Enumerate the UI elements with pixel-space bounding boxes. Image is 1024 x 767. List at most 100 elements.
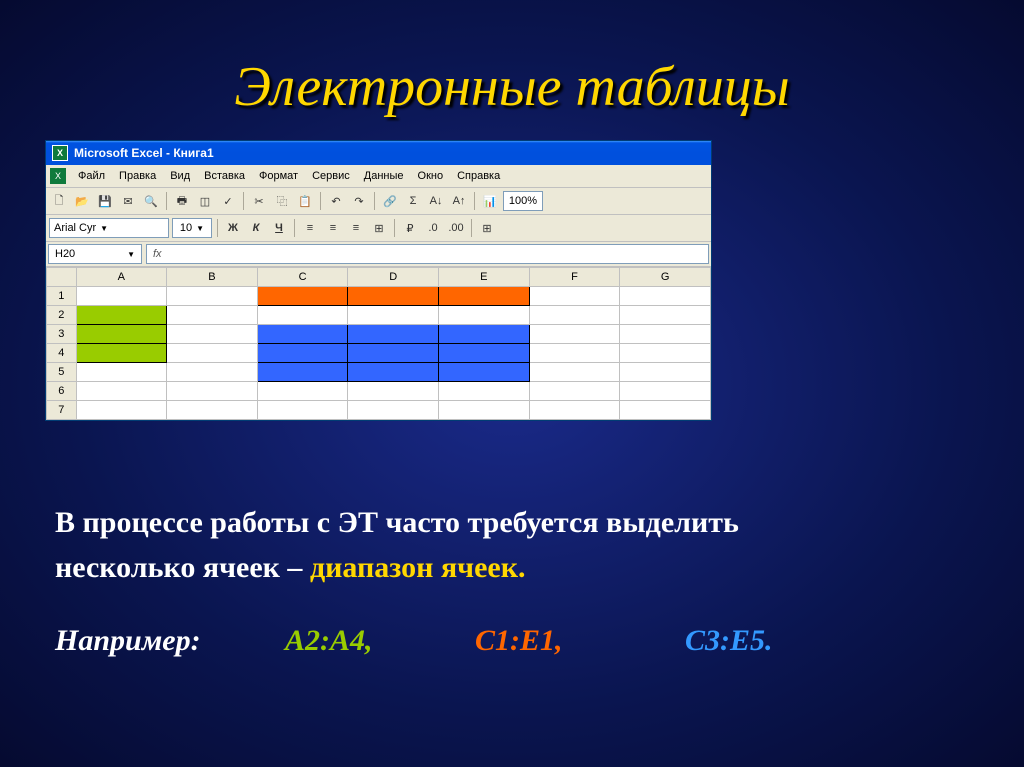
- row-header-6[interactable]: 6: [47, 382, 77, 401]
- cell-g6[interactable]: [620, 382, 711, 401]
- cell-e4[interactable]: [439, 344, 530, 363]
- menu-view[interactable]: Вид: [164, 168, 196, 184]
- cell-d3[interactable]: [348, 325, 439, 344]
- cell-b2[interactable]: [167, 306, 258, 325]
- merge-cells-icon[interactable]: ⊞: [369, 218, 389, 238]
- print-icon[interactable]: 🖶: [172, 191, 192, 211]
- cell-f7[interactable]: [529, 401, 620, 420]
- search-icon[interactable]: 🔍: [141, 191, 161, 211]
- sort-asc-icon[interactable]: A↓: [426, 191, 446, 211]
- autosum-icon[interactable]: Σ: [403, 191, 423, 211]
- cell-c6[interactable]: [257, 382, 348, 401]
- cell-g7[interactable]: [620, 401, 711, 420]
- menu-data[interactable]: Данные: [358, 168, 410, 184]
- menu-help[interactable]: Справка: [451, 168, 506, 184]
- copy-icon[interactable]: ⿻: [272, 191, 292, 211]
- cell-e5[interactable]: [439, 363, 530, 382]
- borders-icon[interactable]: ⊞: [477, 218, 497, 238]
- cell-a2[interactable]: [76, 306, 167, 325]
- cell-c4[interactable]: [257, 344, 348, 363]
- cell-e3[interactable]: [439, 325, 530, 344]
- col-header-e[interactable]: E: [439, 268, 530, 287]
- new-file-icon[interactable]: 🗋: [49, 191, 69, 211]
- cell-g5[interactable]: [620, 363, 711, 382]
- menu-tools[interactable]: Сервис: [306, 168, 356, 184]
- col-header-b[interactable]: B: [167, 268, 258, 287]
- col-header-f[interactable]: F: [529, 268, 620, 287]
- select-all-corner[interactable]: [47, 268, 77, 287]
- cell-d1[interactable]: [348, 287, 439, 306]
- cell-b7[interactable]: [167, 401, 258, 420]
- paste-icon[interactable]: 📋: [295, 191, 315, 211]
- align-right-icon[interactable]: ≡: [346, 218, 366, 238]
- cell-f6[interactable]: [529, 382, 620, 401]
- sort-desc-icon[interactable]: A↑: [449, 191, 469, 211]
- cell-e2[interactable]: [439, 306, 530, 325]
- spellcheck-icon[interactable]: ✓: [218, 191, 238, 211]
- cell-d5[interactable]: [348, 363, 439, 382]
- cell-e1[interactable]: [439, 287, 530, 306]
- font-size-box[interactable]: 10 ▼: [172, 218, 212, 238]
- font-name-box[interactable]: Arial Cyr ▼: [49, 218, 169, 238]
- decrease-decimal-icon[interactable]: .00: [446, 218, 466, 238]
- menu-window[interactable]: Окно: [412, 168, 450, 184]
- align-center-icon[interactable]: ≡: [323, 218, 343, 238]
- row-header-5[interactable]: 5: [47, 363, 77, 382]
- cell-c5[interactable]: [257, 363, 348, 382]
- col-header-c[interactable]: C: [257, 268, 348, 287]
- currency-icon[interactable]: ₽: [400, 218, 420, 238]
- col-header-g[interactable]: G: [620, 268, 711, 287]
- cell-g4[interactable]: [620, 344, 711, 363]
- menu-file[interactable]: Файл: [72, 168, 111, 184]
- cell-g3[interactable]: [620, 325, 711, 344]
- cell-f1[interactable]: [529, 287, 620, 306]
- cell-b3[interactable]: [167, 325, 258, 344]
- bold-icon[interactable]: Ж: [223, 218, 243, 238]
- menu-format[interactable]: Формат: [253, 168, 304, 184]
- cell-b6[interactable]: [167, 382, 258, 401]
- cell-f5[interactable]: [529, 363, 620, 382]
- row-header-4[interactable]: 4: [47, 344, 77, 363]
- cell-c3[interactable]: [257, 325, 348, 344]
- print-preview-icon[interactable]: ◫: [195, 191, 215, 211]
- cell-c1[interactable]: [257, 287, 348, 306]
- email-icon[interactable]: ✉: [118, 191, 138, 211]
- cell-c7[interactable]: [257, 401, 348, 420]
- cell-f4[interactable]: [529, 344, 620, 363]
- open-file-icon[interactable]: 📂: [72, 191, 92, 211]
- cut-icon[interactable]: ✂: [249, 191, 269, 211]
- row-header-2[interactable]: 2: [47, 306, 77, 325]
- cell-a6[interactable]: [76, 382, 167, 401]
- name-box[interactable]: H20 ▼: [48, 244, 142, 264]
- hyperlink-icon[interactable]: 🔗: [380, 191, 400, 211]
- cell-c2[interactable]: [257, 306, 348, 325]
- redo-icon[interactable]: ↷: [349, 191, 369, 211]
- cell-g1[interactable]: [620, 287, 711, 306]
- cell-g2[interactable]: [620, 306, 711, 325]
- cell-a1[interactable]: [76, 287, 167, 306]
- undo-icon[interactable]: ↶: [326, 191, 346, 211]
- cell-f2[interactable]: [529, 306, 620, 325]
- cell-a3[interactable]: [76, 325, 167, 344]
- zoom-box[interactable]: 100%: [503, 191, 543, 211]
- italic-icon[interactable]: К: [246, 218, 266, 238]
- cell-a7[interactable]: [76, 401, 167, 420]
- chart-wizard-icon[interactable]: 📊: [480, 191, 500, 211]
- menu-insert[interactable]: Вставка: [198, 168, 251, 184]
- menu-edit[interactable]: Правка: [113, 168, 162, 184]
- cell-e6[interactable]: [439, 382, 530, 401]
- col-header-a[interactable]: A: [76, 268, 167, 287]
- cell-e7[interactable]: [439, 401, 530, 420]
- cell-d2[interactable]: [348, 306, 439, 325]
- cell-d6[interactable]: [348, 382, 439, 401]
- cell-b4[interactable]: [167, 344, 258, 363]
- cell-f3[interactable]: [529, 325, 620, 344]
- cell-a5[interactable]: [76, 363, 167, 382]
- cell-b5[interactable]: [167, 363, 258, 382]
- underline-icon[interactable]: Ч: [269, 218, 289, 238]
- cell-b1[interactable]: [167, 287, 258, 306]
- row-header-7[interactable]: 7: [47, 401, 77, 420]
- save-icon[interactable]: 💾: [95, 191, 115, 211]
- align-left-icon[interactable]: ≡: [300, 218, 320, 238]
- cell-d7[interactable]: [348, 401, 439, 420]
